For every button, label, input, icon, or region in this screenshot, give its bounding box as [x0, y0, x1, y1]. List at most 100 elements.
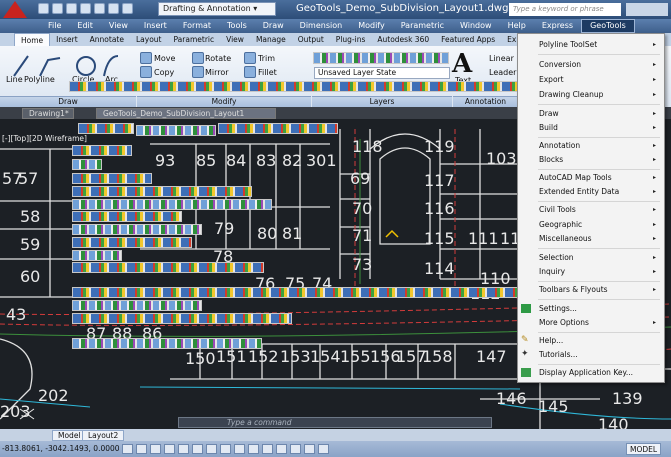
floating-toolbar[interactable]	[72, 313, 292, 324]
menu-item-selection[interactable]: Selection ▸	[518, 251, 664, 264]
menu-edit[interactable]: Edit	[69, 19, 101, 33]
menu-draw[interactable]: Draw	[255, 19, 292, 33]
floating-toolbar[interactable]	[136, 125, 216, 136]
menu-window[interactable]: Window	[452, 19, 500, 33]
trim-button[interactable]: Trim	[258, 54, 275, 63]
linear-dim-button[interactable]: Linear	[489, 54, 514, 63]
autocad-logo-icon[interactable]	[3, 1, 27, 18]
polyline-button[interactable]: Polyline	[24, 75, 55, 84]
polar-icon[interactable]	[164, 444, 175, 454]
tab-layout[interactable]: Layout	[130, 33, 168, 46]
tab-annotate[interactable]: Annotate	[84, 33, 130, 46]
osnap-icon[interactable]	[178, 444, 189, 454]
annotation-monitor-icon[interactable]	[290, 444, 301, 454]
search-input[interactable]: Type a keyword or phrase	[509, 3, 621, 16]
menu-item-inquiry[interactable]: Inquiry ▸	[518, 265, 664, 278]
floating-toolbar[interactable]	[72, 224, 202, 235]
tab-manage[interactable]: Manage	[250, 33, 292, 46]
menu-item-autocad-map-tools[interactable]: AutoCAD Map Tools ▸	[518, 171, 664, 184]
floating-toolbar[interactable]	[72, 145, 132, 156]
copy-button[interactable]: Copy	[154, 68, 174, 77]
viewport-controls[interactable]: [-][Top][2D Wireframe]	[2, 134, 87, 143]
menu-dimension[interactable]: Dimension	[292, 19, 351, 33]
tab-insert[interactable]: Insert	[50, 33, 84, 46]
menu-item-display-application-key[interactable]: Display Application Key...	[518, 366, 664, 379]
new-file-icon[interactable]	[38, 3, 49, 14]
menu-item-export[interactable]: Export ▸	[518, 73, 664, 86]
tab-view[interactable]: View	[220, 33, 250, 46]
lineweight-icon[interactable]	[234, 444, 245, 454]
grid-icon[interactable]	[136, 444, 147, 454]
otrack-icon[interactable]	[192, 444, 203, 454]
quick-properties-icon[interactable]	[262, 444, 273, 454]
text-tool-icon[interactable]: A	[452, 49, 472, 79]
save-as-icon[interactable]	[80, 3, 91, 14]
floating-toolbar[interactable]	[72, 211, 182, 222]
menu-file[interactable]: File	[40, 19, 69, 33]
leader-button[interactable]: Leader	[489, 68, 516, 77]
floating-toolbar[interactable]	[218, 123, 338, 134]
tab-output[interactable]: Output	[292, 33, 330, 46]
annotation-panel-title[interactable]: Annotation	[453, 96, 518, 107]
menu-view[interactable]: View	[101, 19, 136, 33]
menu-item-settings[interactable]: Settings...	[518, 302, 664, 315]
menu-parametric[interactable]: Parametric	[393, 19, 452, 33]
layers-panel-title[interactable]: Layers	[312, 96, 452, 107]
fillet-button[interactable]: Fillet	[258, 68, 277, 77]
print-icon[interactable]	[94, 3, 105, 14]
draw-panel-title[interactable]: Draw	[0, 96, 136, 107]
menu-tools[interactable]: Tools	[219, 19, 255, 33]
floating-toolbar[interactable]	[72, 287, 520, 298]
menu-item-toolbars-flyouts[interactable]: Toolbars & Flyouts ▸	[518, 283, 664, 296]
mirror-button[interactable]: Mirror	[205, 68, 229, 77]
menu-item-miscellaneous[interactable]: Miscellaneous ▸	[518, 232, 664, 245]
tab-plugins[interactable]: Plug-ins	[330, 33, 372, 46]
command-line-input[interactable]: Type a command	[178, 417, 492, 428]
doc-tab-geotools-demo[interactable]: GeoTools_Demo_SubDivision_Layout1	[96, 108, 276, 119]
menu-insert[interactable]: Insert	[136, 19, 175, 33]
menu-item-more-options[interactable]: More Options ▸	[518, 316, 664, 329]
move-button[interactable]: Move	[154, 54, 175, 63]
menu-modify[interactable]: Modify	[350, 19, 393, 33]
infocenter-icons[interactable]	[626, 3, 668, 16]
modify-panel-title[interactable]: Modify	[137, 96, 311, 107]
transparency-icon[interactable]	[248, 444, 259, 454]
menu-item-annotation[interactable]: Annotation ▸	[518, 139, 664, 152]
doc-tab-drawing1[interactable]: Drawing1*	[22, 108, 74, 119]
snap-icon[interactable]	[122, 444, 133, 454]
floating-toolbar[interactable]	[78, 123, 134, 134]
menu-item-draw[interactable]: Draw ▸	[518, 107, 664, 120]
layout-icon[interactable]	[318, 444, 329, 454]
floating-toolbar[interactable]	[72, 173, 152, 184]
menu-item-tutorials[interactable]: ✦ Tutorials...	[518, 348, 664, 361]
menu-item-build[interactable]: Build ▸	[518, 121, 664, 134]
tab-featured-apps[interactable]: Featured Apps	[435, 33, 501, 46]
menu-item-drawing-cleanup[interactable]: Drawing Cleanup ▸	[518, 88, 664, 101]
menu-item-help[interactable]: ✎ Help...	[518, 334, 664, 347]
layer-tools-strip[interactable]	[313, 52, 449, 64]
selection-cycling-icon[interactable]	[276, 444, 287, 454]
ducs-icon[interactable]	[206, 444, 217, 454]
menu-format[interactable]: Format	[175, 19, 219, 33]
menu-item-polyline-toolset[interactable]: Polyline ToolSet ▸	[518, 38, 664, 51]
floating-toolbar[interactable]	[72, 250, 122, 261]
floating-toolbar[interactable]	[72, 300, 202, 311]
tab-layout2[interactable]: Layout2	[82, 430, 125, 441]
layer-state-dropdown[interactable]: Unsaved Layer State	[314, 67, 450, 79]
line-button[interactable]: Line	[6, 75, 23, 84]
save-icon[interactable]	[66, 3, 77, 14]
menu-item-civil-tools[interactable]: Civil Tools ▸	[518, 203, 664, 216]
menu-item-extended-entity-data[interactable]: Extended Entity Data ▸	[518, 185, 664, 198]
floating-toolbar[interactable]	[72, 338, 262, 349]
workspace-selector[interactable]: Drafting & Annotation ▾	[158, 2, 276, 16]
floating-toolbar[interactable]	[72, 237, 192, 248]
menu-express[interactable]: Express	[534, 19, 581, 33]
floating-toolbar[interactable]	[72, 199, 272, 210]
floating-toolbar[interactable]	[72, 159, 102, 170]
tab-parametric[interactable]: Parametric	[168, 33, 221, 46]
menu-geotools[interactable]: GeoTools	[581, 19, 635, 33]
ortho-icon[interactable]	[150, 444, 161, 454]
menu-help[interactable]: Help	[500, 19, 534, 33]
rotate-button[interactable]: Rotate	[205, 54, 231, 63]
menu-item-conversion[interactable]: Conversion ▸	[518, 58, 664, 71]
